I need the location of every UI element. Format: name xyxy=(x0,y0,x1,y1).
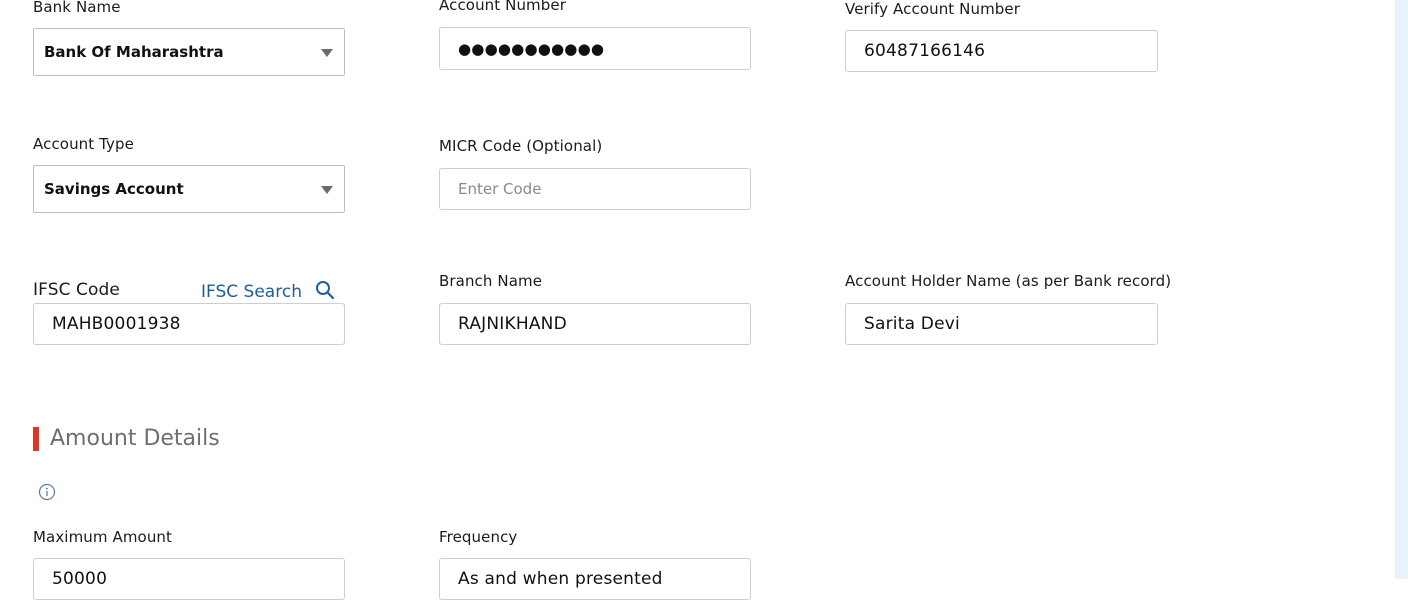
account-type-select[interactable]: Savings Account xyxy=(33,165,345,213)
verify-account-number-field[interactable]: 60487166146 xyxy=(845,30,1158,72)
account-number-label: Account Number xyxy=(439,0,566,14)
vertical-scrollbar[interactable] xyxy=(1395,0,1408,579)
account-holder-name-field[interactable]: Sarita Devi xyxy=(845,303,1158,345)
branch-name-label: Branch Name xyxy=(439,272,543,290)
maximum-amount-field[interactable]: 50000 xyxy=(33,558,345,600)
chevron-down-icon xyxy=(321,186,333,194)
chevron-down-icon xyxy=(321,49,333,57)
frequency-label: Frequency xyxy=(439,528,518,546)
account-number-value: ●●●●●●●●●●● xyxy=(458,39,605,58)
verify-account-number-label: Verify Account Number xyxy=(845,0,1021,18)
frequency-field[interactable]: As and when presented xyxy=(439,558,751,600)
account-holder-name-value: Sarita Devi xyxy=(864,314,960,334)
ifsc-code-value: MAHB0001938 xyxy=(52,314,181,334)
maximum-amount-label: Maximum Amount xyxy=(33,528,173,546)
account-type-label: Account Type xyxy=(33,135,134,153)
bank-name-select[interactable]: Bank Of Maharashtra xyxy=(33,28,345,76)
ifsc-code-field[interactable]: MAHB0001938 xyxy=(33,303,345,345)
frequency-value: As and when presented xyxy=(458,569,663,589)
micr-code-label: MICR Code (Optional) xyxy=(439,137,603,155)
bank-name-label: Bank Name xyxy=(33,0,121,16)
section-accent-bar xyxy=(33,427,39,451)
micr-code-placeholder: Enter Code xyxy=(458,180,542,198)
search-icon xyxy=(315,280,335,305)
branch-name-field[interactable]: RAJNIKHAND xyxy=(439,303,751,345)
ifsc-code-label: IFSC Code xyxy=(33,280,120,300)
amount-details-title: Amount Details xyxy=(50,426,220,451)
info-icon[interactable] xyxy=(38,483,56,501)
account-type-value: Savings Account xyxy=(44,180,184,198)
maximum-amount-value: 50000 xyxy=(52,569,108,589)
ifsc-search-label: IFSC Search xyxy=(201,282,302,302)
account-holder-name-label: Account Holder Name (as per Bank record) xyxy=(845,272,1172,290)
branch-name-value: RAJNIKHAND xyxy=(458,314,567,334)
account-number-field[interactable]: ●●●●●●●●●●● xyxy=(439,27,751,70)
micr-code-field[interactable]: Enter Code xyxy=(439,168,751,210)
verify-account-number-value: 60487166146 xyxy=(864,41,986,61)
bank-name-value: Bank Of Maharashtra xyxy=(44,43,224,61)
ifsc-search-link[interactable]: IFSC Search xyxy=(201,280,335,305)
